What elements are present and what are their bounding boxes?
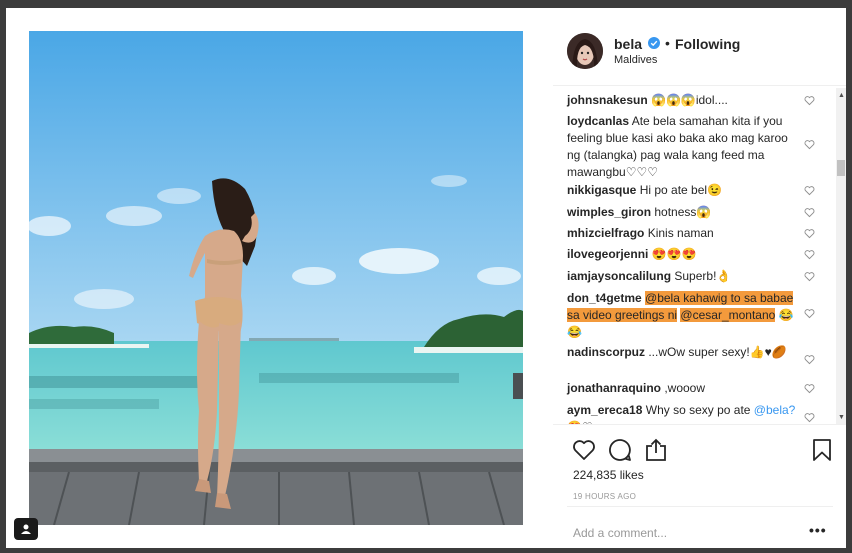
comment-like-heart-icon[interactable] [804, 207, 815, 218]
comments-scrollbar[interactable]: ▲ ▼ [836, 88, 846, 424]
comment-list[interactable]: johnsnakesun 😱😱😱idol.... loydcanlas Ate … [553, 88, 836, 424]
comment-like-heart-icon[interactable] [804, 139, 815, 150]
likes-count[interactable]: 224,835 likes [573, 468, 644, 482]
comment-item: loydcanlas Ate bela samahan kita if you … [567, 113, 799, 181]
comment-text: Hi po ate bel😉 [636, 183, 723, 197]
comment-item: johnsnakesun 😱😱😱idol.... [567, 92, 799, 109]
user-tag-icon[interactable] [14, 518, 38, 540]
comment-item: nikkigasque Hi po ate bel😉 [567, 182, 799, 199]
comment-username[interactable]: iamjaysoncalilung [567, 269, 671, 283]
comment-username[interactable]: aym_ereca18 [567, 403, 642, 417]
post-sidebar: bela • Following Maldives johnsnakesun 😱… [553, 16, 846, 553]
comment-text: ,wooow [661, 381, 706, 395]
comment-text: hotness😱 [651, 205, 712, 219]
comment-username[interactable]: loydcanlas [567, 114, 629, 128]
comment-username[interactable]: johnsnakesun [567, 93, 648, 107]
comment-like-heart-icon[interactable] [804, 271, 815, 282]
location-link[interactable]: Maldives [614, 54, 657, 66]
add-comment-bar: Add a comment... ••• [567, 506, 833, 552]
comment-mention[interactable]: @cesar_montano [680, 308, 776, 322]
comment-text: Superb!👌 [671, 269, 732, 283]
comment-text: Why so sexy po ate [642, 403, 751, 417]
comment-item: wimples_giron hotness😱 [567, 204, 799, 221]
comment-username[interactable]: don_t4getme [567, 291, 642, 305]
comment-username[interactable]: nadinscorpuz [567, 345, 645, 359]
post-modal: bela • Following Maldives johnsnakesun 😱… [6, 8, 846, 548]
comment-item: aym_ereca18 Why so sexy po ate @bela? 😍♡ [567, 402, 799, 424]
comment-item: don_t4getme @bela kahawig to sa babae sa… [567, 290, 799, 341]
verified-badge-icon [648, 37, 660, 49]
comment-text: 😍😍😍 [648, 247, 697, 261]
separator-dot: • [665, 35, 670, 51]
comment-like-heart-icon[interactable] [804, 308, 815, 319]
comment-icon[interactable] [607, 437, 633, 463]
avatar[interactable] [567, 33, 603, 69]
heart-icon[interactable] [571, 437, 597, 463]
more-options-button[interactable]: ••• [809, 522, 827, 538]
comment-text: ...wOw super sexy!👍♥🏉 [645, 345, 787, 359]
comment-text: Kinis naman [644, 226, 714, 240]
comment-like-heart-icon[interactable] [804, 249, 815, 260]
post-timestamp[interactable]: 19 HOURS AGO [573, 492, 636, 501]
comment-username[interactable]: ilovegeorjenni [567, 247, 648, 261]
add-comment-input[interactable]: Add a comment... [573, 526, 667, 540]
comment-like-heart-icon[interactable] [804, 95, 815, 106]
comment-like-heart-icon[interactable] [804, 228, 815, 239]
comment-text: 😱😱😱idol.... [647, 93, 728, 107]
comment-like-heart-icon[interactable] [804, 412, 815, 423]
comment-username[interactable]: jonathanraquino [567, 381, 661, 395]
comment-item: nadinscorpuz ...wOw super sexy!👍♥🏉 [567, 344, 799, 361]
comment-username[interactable]: nikkigasque [567, 183, 636, 197]
bookmark-icon[interactable] [809, 437, 835, 463]
comment-mention[interactable]: @bela [645, 291, 680, 305]
username-link[interactable]: bela [614, 36, 642, 52]
scrollbar-thumb[interactable] [837, 160, 845, 176]
comment-item: ilovegeorjenni 😍😍😍 [567, 246, 799, 263]
comment-like-heart-icon[interactable] [804, 383, 815, 394]
comment-username[interactable]: wimples_giron [567, 205, 651, 219]
comment-mention[interactable]: @bela? [754, 403, 796, 417]
comment-item: iamjaysoncalilung Superb!👌 [567, 268, 799, 285]
share-icon[interactable] [643, 437, 669, 463]
comment-like-heart-icon[interactable] [804, 354, 815, 365]
comment-username[interactable]: mhizcielfrago [567, 226, 644, 240]
comment-like-heart-icon[interactable] [804, 185, 815, 196]
comment-item: mhizcielfrago Kinis naman [567, 225, 799, 242]
comment-item: jonathanraquino ,wooow [567, 380, 799, 397]
following-button[interactable]: Following [675, 36, 740, 52]
post-header: bela • Following Maldives [553, 16, 846, 86]
scroll-up-arrow-icon[interactable]: ▲ [838, 92, 845, 99]
post-photo[interactable] [29, 31, 523, 525]
scroll-down-arrow-icon[interactable]: ▼ [838, 414, 845, 421]
action-bar [553, 424, 846, 474]
beach-photo-illustration [29, 31, 523, 525]
